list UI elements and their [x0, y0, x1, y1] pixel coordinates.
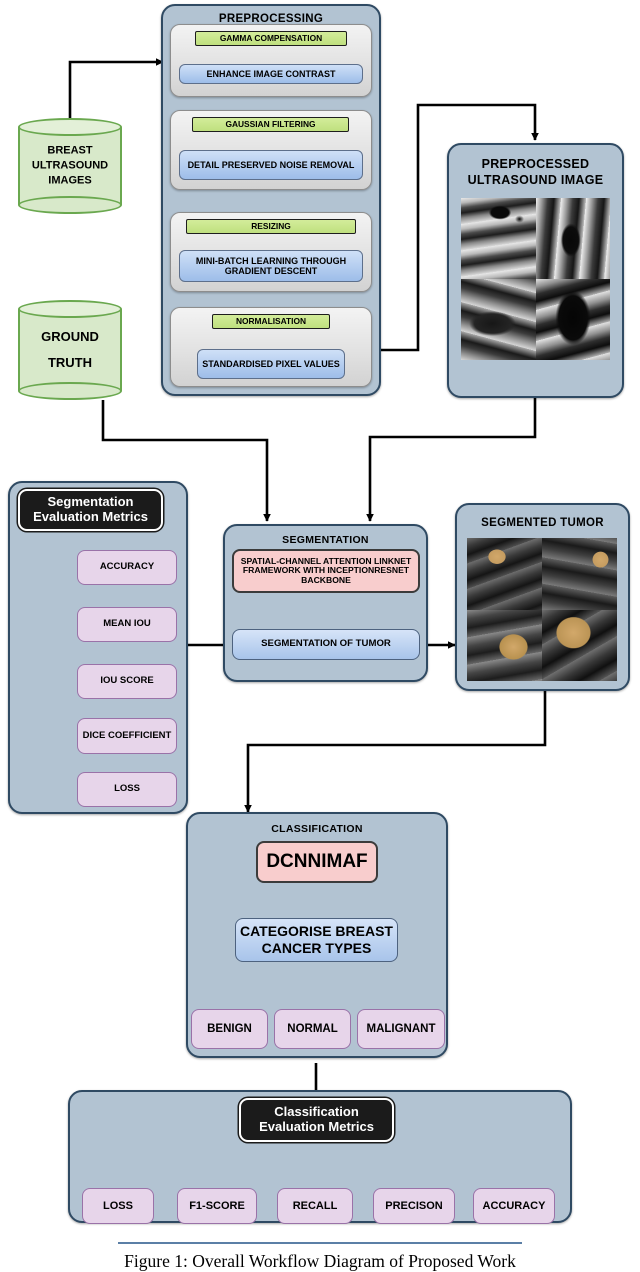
classification-metric-accuracy: ACCURACY — [473, 1188, 555, 1224]
stage-3-result: MINI-BATCH LEARNING THROUGH GRADIENT DES… — [179, 250, 363, 282]
classification-metric-loss: LOSS — [82, 1188, 154, 1224]
segmented-tumor-mosaic — [467, 538, 617, 681]
classification-class-normal: NORMAL — [274, 1009, 351, 1049]
stage-4-result: STANDARDISED PIXEL VALUES — [197, 349, 345, 379]
segmented-tumor-title: SEGMENTED TUMOR — [481, 517, 604, 529]
workflow-diagram: BREAST ULTRASOUND IMAGES GROUND TRUTH PR… — [0, 0, 640, 1271]
segmentation-metrics-title: Segmentation Evaluation Metrics — [18, 489, 163, 531]
segmented-tile — [467, 609, 542, 681]
stage-4-operation: NORMALISATION — [212, 314, 330, 329]
classification-model-box: DCNNIMAF — [256, 841, 378, 883]
stage-3-operation: RESIZING — [186, 219, 356, 234]
classification-metric-recall: RECALL — [277, 1188, 353, 1224]
stage-2-result: DETAIL PRESERVED NOISE REMOVAL — [179, 150, 363, 180]
segmentation-model-box: SPATIAL-CHANNEL ATTENTION LINKNET FRAMEW… — [232, 549, 420, 593]
segmentation-metric-dice-coefficient: DICE COEFFICIENT — [77, 718, 177, 754]
segmented-tile — [542, 538, 617, 610]
preprocessed-image-title: PREPROCESSED ULTRASOUND IMAGE — [467, 157, 604, 188]
ground-truth-datastore: GROUND TRUTH — [18, 300, 122, 400]
preprocessed-image-mosaic — [461, 198, 610, 360]
classification-metrics-title: Classification Evaluation Metrics — [239, 1098, 394, 1142]
figure-caption: Figure 1: Overall Workflow Diagram of Pr… — [124, 1251, 516, 1271]
segmentation-output-box: SEGMENTATION OF TUMOR — [232, 629, 420, 660]
caption-rule — [118, 1242, 522, 1244]
classification-task-box: CATEGORISE BREAST CANCER TYPES — [235, 918, 398, 962]
segmentation-metric-mean-iou: MEAN IOU — [77, 607, 177, 642]
cylinder-top — [18, 300, 122, 318]
ultrasound-tile — [535, 198, 610, 279]
cylinder-top — [18, 118, 122, 136]
segmentation-title: SEGMENTATION — [282, 534, 369, 546]
classification-metric-precison: PRECISON — [373, 1188, 455, 1224]
segmentation-metric-iou-score: IOU SCORE — [77, 664, 177, 699]
segmented-tile — [467, 538, 542, 610]
ultrasound-tile — [535, 279, 610, 360]
breast-ultrasound-label: BREAST ULTRASOUND IMAGES — [31, 144, 109, 187]
classification-class-benign: BENIGN — [191, 1009, 268, 1049]
ultrasound-tile — [461, 198, 536, 279]
classification-title: CLASSIFICATION — [271, 823, 363, 835]
ground-truth-label: GROUND TRUTH — [41, 329, 99, 370]
cylinder-bottom — [18, 382, 122, 400]
stage-1-result: ENHANCE IMAGE CONTRAST — [179, 64, 363, 84]
segmented-tile — [542, 609, 617, 681]
classification-class-malignant: MALIGNANT — [357, 1009, 445, 1049]
stage-2-operation: GAUSSIAN FILTERING — [192, 117, 349, 132]
segmentation-metric-loss: LOSS — [77, 772, 177, 807]
segmentation-metric-accuracy: ACCURACY — [77, 550, 177, 585]
cylinder-bottom — [18, 196, 122, 214]
stage-1-operation: GAMMA COMPENSATION — [195, 31, 347, 46]
breast-ultrasound-datastore: BREAST ULTRASOUND IMAGES — [18, 118, 122, 214]
classification-metric-f1-score: F1-SCORE — [177, 1188, 257, 1224]
ultrasound-tile — [461, 279, 536, 360]
